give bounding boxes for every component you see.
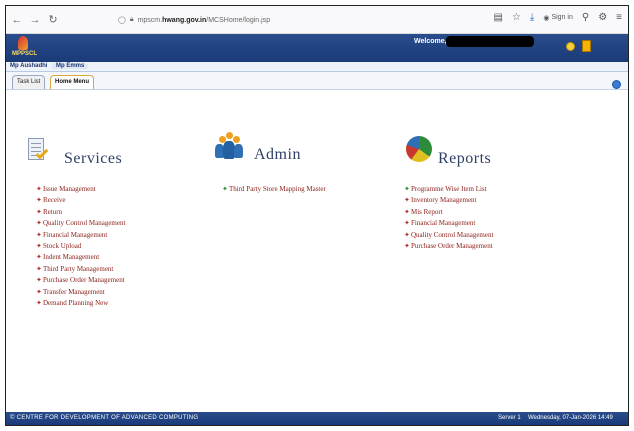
logo-mark-icon <box>18 36 28 50</box>
settings-icon[interactable] <box>566 42 575 51</box>
reports-pie-chart-icon <box>406 136 432 162</box>
reload-icon[interactable]: ↻ <box>46 13 60 26</box>
bullet-icon: ✦ <box>36 230 42 239</box>
list-item[interactable]: ✦ Inventory Management <box>404 195 493 206</box>
account-icon: ◉ <box>543 14 550 22</box>
tab-bar: Task List Home Menu <box>6 72 628 90</box>
extensions-icon[interactable]: ⚲ <box>582 12 589 23</box>
reports-title: Reports <box>438 150 492 167</box>
home-menu-panel: Services ✦ Issue Management ✦ Receive ✦ Ret… <box>6 90 628 412</box>
shield-icon: ◯ <box>118 17 126 24</box>
services-title: Services <box>64 150 123 167</box>
reports-list: ✦ Programme Wise Item List ✦ Inventory Man… <box>404 184 493 252</box>
logo-text: MPPSCL <box>12 51 38 57</box>
footer-org: © CENTRE FOR DEVELOPMENT OF ADVANCED COM… <box>10 415 199 421</box>
welcome-text: Welcome, <box>414 38 447 45</box>
bullet-icon: ✦ <box>404 241 410 250</box>
module-bar: Mp Aushadhi Mp Emms <box>6 62 628 72</box>
module-mp-aushadhi[interactable]: Mp Aushadhi <box>10 63 47 69</box>
list-item[interactable]: ✦ Financial Management <box>36 230 125 241</box>
bullet-icon: ✦ <box>36 185 42 193</box>
list-item[interactable]: ✦ Receive <box>36 195 125 206</box>
refresh-icon[interactable] <box>612 80 621 89</box>
bullet-icon: ✦ <box>36 207 42 216</box>
list-item[interactable]: ✦ Third Party Store Mapping Master <box>222 184 326 195</box>
settings-gear-icon[interactable]: ⚙ <box>598 12 607 23</box>
list-item[interactable]: ✦ Issue Management <box>36 184 125 195</box>
bullet-icon: ✦ <box>36 241 42 250</box>
list-item[interactable]: ✦ Indent Management <box>36 252 125 263</box>
download-icon[interactable]: ⤓ <box>530 12 534 23</box>
list-item[interactable]: ✦ Financial Management <box>404 218 493 229</box>
mppscl-logo: MPPSCL <box>12 36 42 60</box>
list-item[interactable]: ✦ Transfer Management <box>36 287 125 298</box>
url-text: mpscm.hwang.gov.in/MCSHome/login.jsp <box>137 16 271 24</box>
app-header: MPPSCL Welcome, <box>6 34 628 62</box>
bullet-icon: ✦ <box>36 298 42 307</box>
list-item[interactable]: ✦ Quality Control Management <box>404 230 493 241</box>
bullet-icon: ✦ <box>404 207 410 216</box>
app-footer: © CENTRE FOR DEVELOPMENT OF ADVANCED COM… <box>6 412 628 425</box>
list-item[interactable]: ✦ Stock Upload <box>36 241 125 252</box>
list-item[interactable]: ✦ Third Party Management <box>36 264 125 275</box>
bullet-icon: ✦ <box>222 185 228 193</box>
list-item[interactable]: ✦ Purchase Order Management <box>404 241 493 252</box>
logout-icon[interactable] <box>582 40 591 52</box>
browser-toolbar: ← → ↻ ◯ 🔒︎ mpscm.hwang.gov.in/MCSHome/lo… <box>6 6 628 34</box>
address-bar[interactable]: ◯ 🔒︎ mpscm.hwang.gov.in/MCSHome/login.js… <box>118 12 270 28</box>
services-checklist-icon <box>28 138 50 166</box>
reader-mode-icon[interactable]: ▤ <box>494 12 503 23</box>
bullet-icon: ✦ <box>404 219 410 228</box>
bullet-icon: ✦ <box>36 253 42 262</box>
footer-datetime: Wednesday, 07-Jan-2026 14:49 <box>528 415 613 421</box>
bullet-icon: ✦ <box>36 219 42 228</box>
back-icon[interactable]: ← <box>10 14 24 26</box>
menu-icon[interactable]: ≡ <box>616 12 622 23</box>
list-item[interactable]: ✦ Return <box>36 207 125 218</box>
list-item[interactable]: ✦ Quality Control Management <box>36 218 125 229</box>
list-item[interactable]: ✦ Purchase Order Management <box>36 275 125 286</box>
bullet-icon: ✦ <box>36 196 42 205</box>
list-item[interactable]: ✦ Demand Planning New <box>36 298 125 309</box>
module-mp-emms[interactable]: Mp Emms <box>52 63 89 69</box>
forward-icon[interactable]: → <box>28 14 42 26</box>
admin-list: ✦ Third Party Store Mapping Master <box>222 184 326 195</box>
list-item[interactable]: ✦ Mis Report <box>404 207 493 218</box>
sign-in-button[interactable]: ◉ Sign in <box>543 14 573 22</box>
footer-server: Server 1 <box>498 415 521 421</box>
bookmark-star-icon[interactable]: ☆ <box>512 12 521 23</box>
bullet-icon: ✦ <box>404 230 410 239</box>
admin-title: Admin <box>254 146 301 163</box>
services-list: ✦ Issue Management ✦ Receive ✦ Return ✦ Qual… <box>36 184 125 309</box>
bullet-icon: ✦ <box>404 185 410 193</box>
bullet-icon: ✦ <box>36 264 42 273</box>
lock-icon: 🔒︎ <box>129 16 134 23</box>
bullet-icon: ✦ <box>36 287 42 296</box>
bullet-icon: ✦ <box>404 196 410 205</box>
tab-home-menu[interactable]: Home Menu <box>50 75 95 89</box>
tab-task-list[interactable]: Task List <box>12 75 46 89</box>
bullet-icon: ✦ <box>36 276 42 285</box>
redacted-username <box>446 36 534 47</box>
browser-window: ← → ↻ ◯ 🔒︎ mpscm.hwang.gov.in/MCSHome/lo… <box>5 5 629 426</box>
admin-users-icon <box>213 132 247 164</box>
list-item[interactable]: ✦ Programme Wise Item List <box>404 184 493 195</box>
